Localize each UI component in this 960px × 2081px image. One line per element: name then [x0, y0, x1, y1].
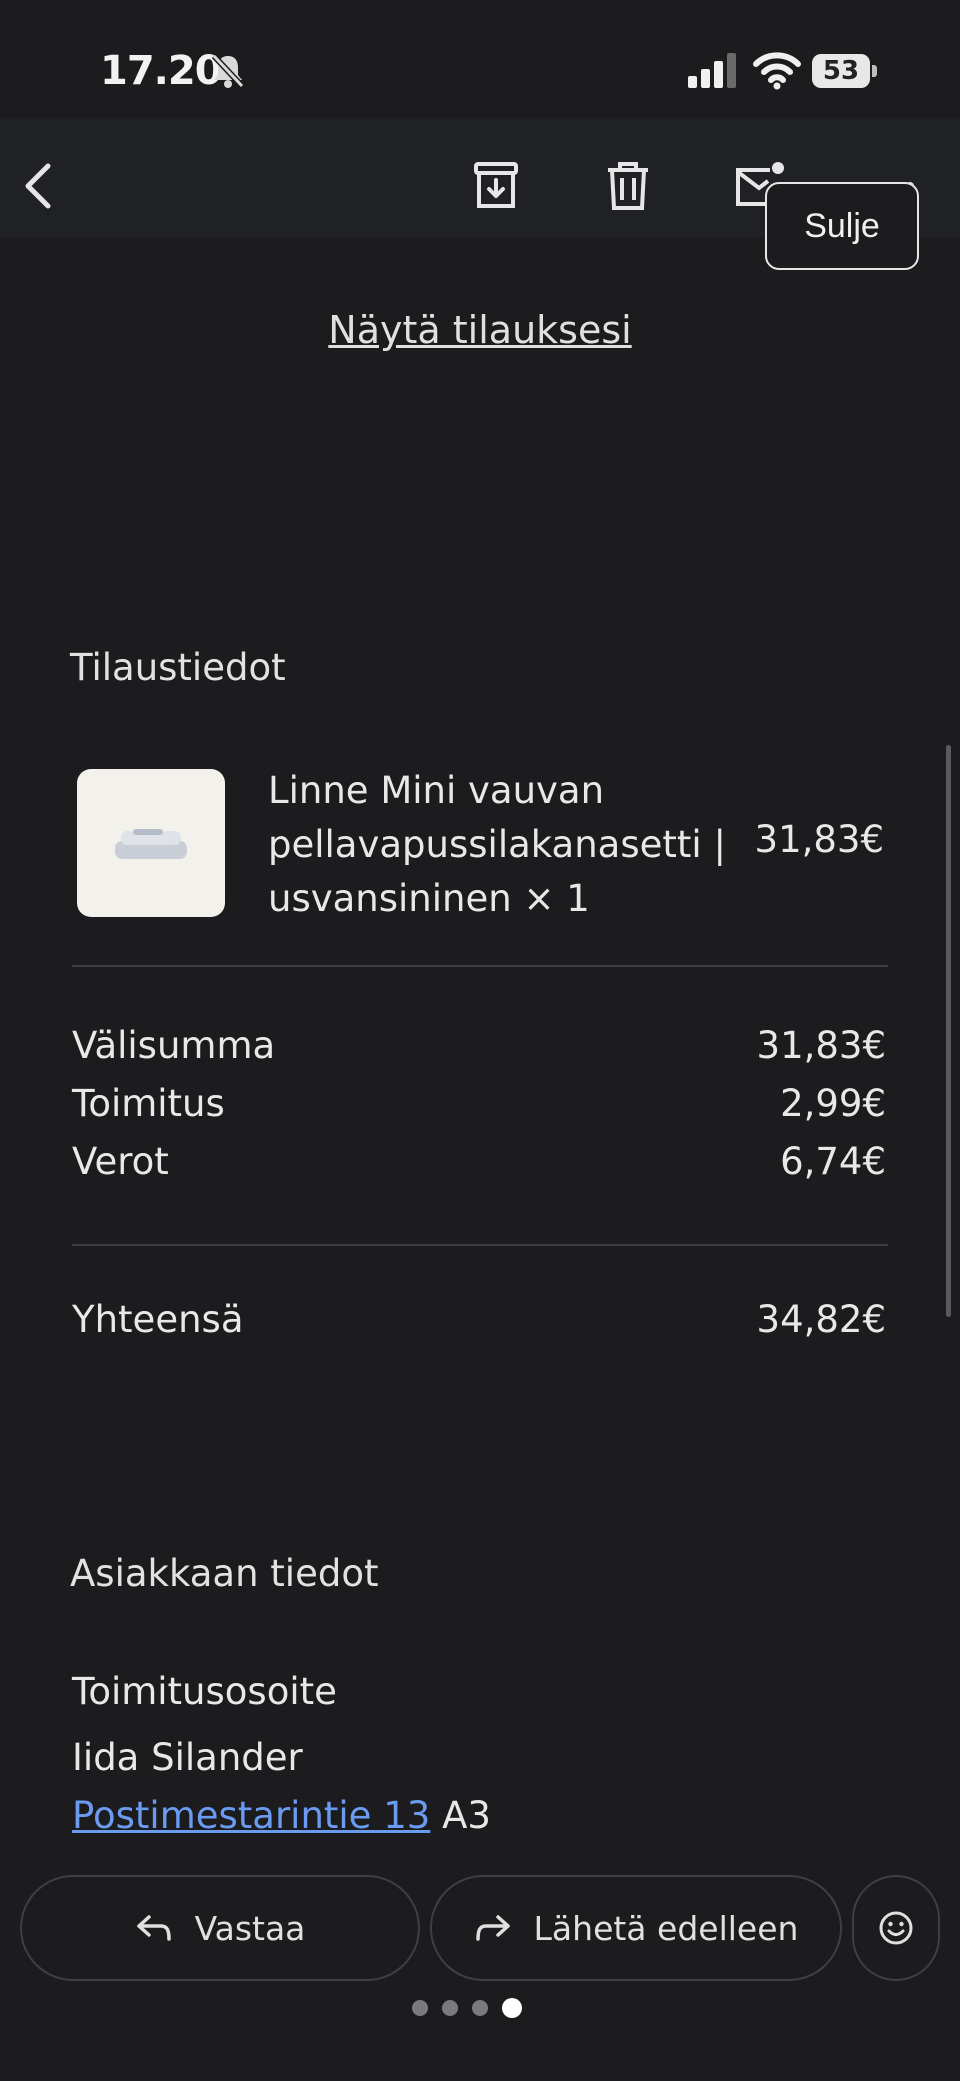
page-indicator	[412, 1998, 522, 2018]
forward-button[interactable]: Lähetä edelleen	[430, 1875, 842, 1981]
customer-details-title: Asiakkaan tiedot	[70, 1552, 379, 1595]
close-tooltip-button[interactable]: Sulje	[765, 182, 919, 270]
reply-button[interactable]: Vastaa	[20, 1875, 420, 1981]
shipping-value: 2,99€	[780, 1082, 886, 1125]
customer-name: Iida Silander	[72, 1736, 303, 1779]
reply-icon	[136, 1915, 171, 1941]
trash-icon[interactable]	[600, 158, 656, 214]
scrollbar[interactable]	[946, 745, 951, 1317]
taxes-value: 6,74€	[780, 1140, 886, 1183]
product-name-line: Linne Mini vauvan	[268, 769, 605, 812]
archive-icon[interactable]	[468, 158, 524, 214]
product-thumbnail-icon	[115, 829, 187, 859]
divider	[72, 1244, 888, 1246]
forward-icon	[475, 1915, 510, 1941]
subtotal-label: Välisumma	[72, 1024, 276, 1067]
street-address: Postimestarintie 13 A3	[72, 1794, 491, 1837]
battery-level: 53	[822, 56, 860, 86]
view-order-link[interactable]: Näytä tilauksesi	[0, 308, 960, 352]
shipping-address-label: Toimitusosoite	[72, 1670, 337, 1713]
page-dot[interactable]	[442, 2000, 458, 2016]
page-dot[interactable]	[472, 2000, 488, 2016]
status-time: 17.20	[100, 48, 223, 94]
divider	[72, 965, 888, 967]
battery-icon: 53	[812, 54, 878, 88]
taxes-label: Verot	[72, 1140, 169, 1183]
product-price: 31,83€	[754, 818, 884, 861]
total-value: 34,82€	[756, 1298, 886, 1341]
product-name-line: usvansininen × 1	[268, 877, 590, 920]
bell-slash-icon	[211, 53, 245, 89]
page-dot[interactable]	[412, 2000, 428, 2016]
page-dot-active[interactable]	[502, 1998, 522, 2018]
emoji-reaction-button[interactable]	[852, 1875, 940, 1981]
street-address-link[interactable]: Postimestarintie 13	[72, 1794, 430, 1837]
order-details-title: Tilaustiedot	[70, 646, 286, 689]
wifi-icon	[753, 52, 801, 90]
forward-label: Lähetä edelleen	[533, 1908, 799, 1948]
back-arrow-icon[interactable]	[12, 158, 68, 214]
product-name: Linne Mini vauvan pellavapussilakanasett…	[268, 764, 738, 926]
reply-label: Vastaa	[194, 1908, 306, 1948]
shipping-label: Toimitus	[72, 1082, 225, 1125]
total-label: Yhteensä	[72, 1298, 244, 1341]
signal-icon	[688, 53, 736, 88]
street-address-suffix: A3	[442, 1794, 491, 1837]
product-image	[77, 769, 225, 917]
subtotal-value: 31,83€	[756, 1024, 886, 1067]
emoji-icon	[879, 1911, 913, 1945]
product-name-line: pellavapussilakanasetti |	[268, 823, 726, 866]
